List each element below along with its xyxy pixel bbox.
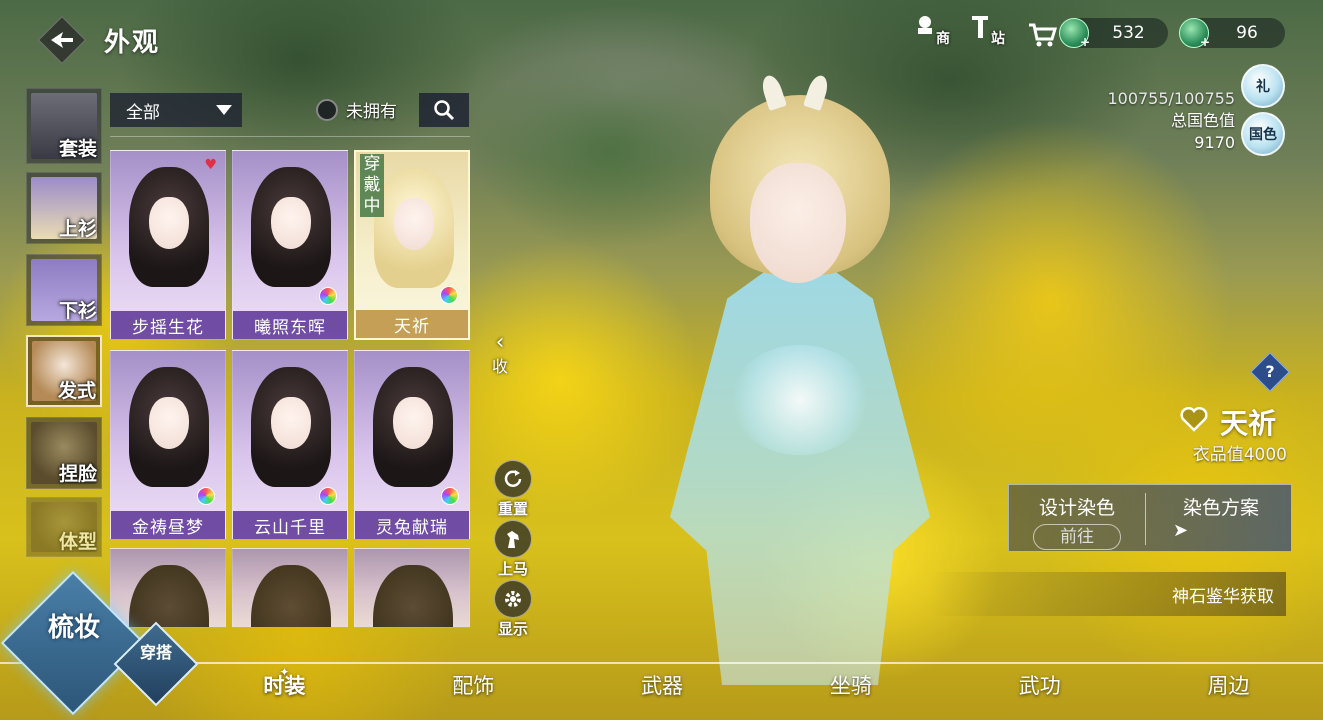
filter-dropdown[interactable]: 全部 — [110, 93, 242, 127]
favorite-heart-icon[interactable] — [1180, 406, 1208, 432]
hair-item-portrait — [373, 565, 453, 627]
unowned-filter[interactable]: 未拥有 — [316, 97, 397, 122]
hair-item-name: 天祈 — [356, 310, 468, 338]
green-gem-icon: + — [1179, 18, 1210, 49]
tab-martial-arts[interactable]: 武功 — [945, 668, 1134, 708]
dye-color-icon — [319, 487, 337, 505]
gear-icon — [494, 580, 532, 618]
hair-item-card[interactable]: 云山千里 — [232, 350, 348, 540]
selected-item-value: 衣品值4000 — [1192, 445, 1287, 465]
hair-item-card[interactable] — [110, 548, 226, 628]
makeup-mode-label: 梳妆 — [47, 613, 100, 643]
source-button[interactable]: 神石鉴华获取 — [930, 572, 1286, 616]
category-tab-suit[interactable]: 套装 — [26, 88, 102, 164]
tab-accessories[interactable]: 配饰 — [379, 668, 568, 708]
tab-fashion[interactable]: 时装 — [190, 668, 379, 708]
jade-amount: 532 — [1112, 23, 1145, 43]
jade-currency[interactable]: + 532 — [1059, 18, 1168, 49]
caret-down-icon — [216, 105, 232, 115]
gem-currency[interactable]: + 96 — [1179, 18, 1285, 49]
horse-icon — [494, 520, 532, 558]
station-icon[interactable]: 站 — [966, 14, 1010, 48]
arrow-right-icon: ➤ — [1173, 520, 1189, 541]
character-face — [750, 163, 846, 283]
hair-item-portrait — [129, 367, 209, 487]
mall-icon[interactable]: 商 — [912, 14, 956, 48]
dye-color-icon — [440, 286, 458, 304]
gift-badge-icon[interactable]: 礼 — [1241, 64, 1285, 108]
national-color-value: 9170 — [1194, 133, 1235, 152]
unowned-radio[interactable] — [316, 98, 338, 121]
guose-badge-icon[interactable]: 国色 — [1241, 112, 1285, 156]
back-button[interactable] — [37, 15, 87, 65]
back-arrow-icon — [51, 32, 73, 48]
hair-item-portrait — [251, 367, 331, 487]
category-tab-hair[interactable]: 发式 — [26, 335, 102, 407]
hair-item-portrait — [374, 168, 454, 288]
dye-divider — [1145, 493, 1146, 545]
national-color-label: 总国色值 — [1170, 111, 1235, 130]
hair-item-card[interactable]: ♥ 步摇生花 — [110, 150, 226, 340]
reset-button[interactable]: 重置 — [492, 460, 534, 519]
dye-color-icon — [441, 487, 459, 505]
hair-item-portrait — [373, 367, 453, 487]
wearing-tag: 穿戴中 — [360, 154, 384, 217]
hair-item-portrait — [129, 167, 209, 287]
tab-weapons[interactable]: 武器 — [568, 668, 757, 708]
hair-item-portrait — [129, 565, 209, 627]
chevron-left-icon: ‹ — [495, 330, 505, 355]
cart-icon[interactable] — [1020, 14, 1064, 48]
top-icon-bar: 商 站 — [912, 14, 1064, 48]
dye-plan-button[interactable]: 染色方案 ➤ — [1159, 493, 1283, 541]
category-tab-top[interactable]: 上衫 — [26, 172, 102, 244]
dye-color-icon — [197, 487, 215, 505]
jade-gem-icon: + — [1059, 18, 1090, 49]
hair-item-card[interactable]: 曦照东晖 — [232, 150, 348, 340]
mount-button[interactable]: 上马 — [492, 520, 534, 579]
design-dye: 设计染色 前往 — [1019, 493, 1135, 550]
hair-item-portrait — [251, 167, 331, 287]
hair-item-card-selected[interactable]: 穿戴中 天祈 — [354, 150, 470, 340]
hair-item-name: 灵兔献瑞 — [355, 511, 469, 539]
hair-item-card[interactable]: 金祷昼梦 — [110, 350, 226, 540]
collapse-button[interactable]: ‹ 收 — [492, 330, 508, 377]
selected-item-name: 天祈 — [1220, 407, 1277, 440]
hair-item-name: 曦照东晖 — [233, 311, 347, 339]
hair-item-name: 云山千里 — [233, 511, 347, 539]
category-tab-bottom[interactable]: 下衫 — [26, 254, 102, 326]
tab-mounts[interactable]: 坐骑 — [756, 668, 945, 708]
hair-item-card[interactable]: 灵兔献瑞 — [354, 350, 470, 540]
outfit-mode-label: 穿搭 — [139, 643, 172, 662]
search-button[interactable] — [419, 93, 469, 127]
hair-item-name: 金祷昼梦 — [111, 511, 225, 539]
reset-icon — [494, 460, 532, 498]
dye-panel: 设计染色 前往 染色方案 ➤ — [1008, 484, 1292, 552]
category-tab-body[interactable]: 体型 — [26, 497, 102, 557]
display-button[interactable]: 显示 — [492, 580, 534, 639]
dress-glow — [730, 345, 870, 455]
gem-amount: 96 — [1236, 23, 1258, 43]
filter-divider — [110, 136, 470, 137]
collection-stats: 100755/100755 总国色值 9170 — [1107, 88, 1235, 154]
help-button[interactable]: ? — [1250, 352, 1290, 392]
hair-item-card[interactable] — [354, 548, 470, 628]
goto-button[interactable]: 前往 — [1033, 524, 1121, 550]
favorite-heart-icon: ♥ — [204, 157, 217, 173]
tab-peripherals[interactable]: 周边 — [1134, 668, 1323, 708]
character-ears — [759, 73, 831, 115]
character-model[interactable] — [650, 73, 950, 685]
hair-item-card[interactable] — [232, 548, 348, 628]
bottom-nav: 时装 配饰 武器 坐骑 武功 周边 — [190, 668, 1323, 708]
page-title: 外观 — [104, 28, 161, 58]
search-icon — [434, 100, 455, 121]
collection-count: 100755/100755 — [1107, 89, 1235, 108]
hair-item-portrait — [251, 565, 331, 627]
category-tab-face[interactable]: 捏脸 — [26, 417, 102, 489]
hair-item-name: 步摇生花 — [111, 311, 225, 339]
character-dress — [670, 265, 930, 685]
dye-color-icon — [319, 287, 337, 305]
